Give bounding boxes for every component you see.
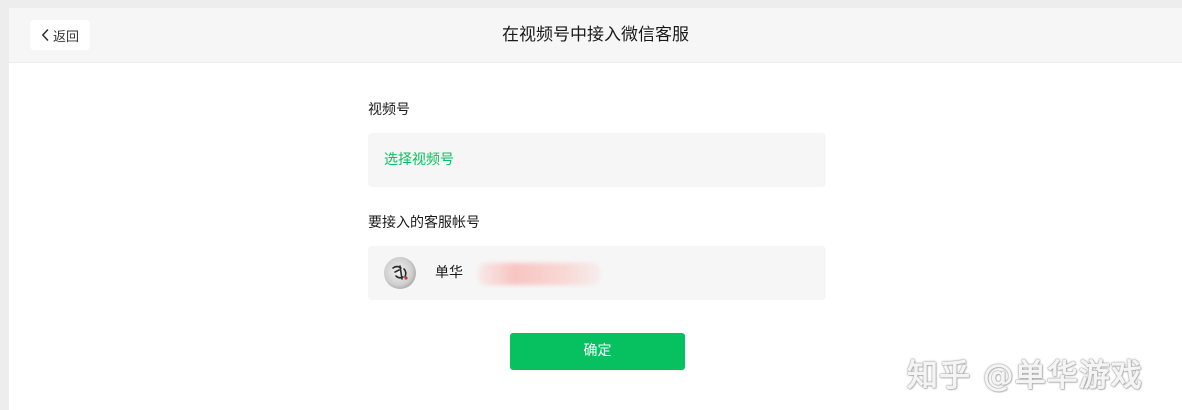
redacted-account-id — [478, 263, 600, 285]
account-avatar — [384, 257, 416, 289]
select-channel-link[interactable]: 选择视频号 — [384, 133, 454, 187]
watermark-text: 知乎 @单华游戏 — [907, 358, 1143, 394]
account-name: 单华 — [435, 265, 463, 281]
account-section-label: 要接入的客服帐号 — [368, 215, 480, 231]
channel-select-box[interactable]: 选择视频号 — [368, 133, 826, 187]
account-card: 单华 — [368, 246, 826, 300]
page-frame: 返回 在视频号中接入微信客服 视频号 选择视频号 要接入的客服帐号 单华 确定 … — [9, 8, 1182, 410]
page-title: 在视频号中接入微信客服 — [502, 25, 689, 45]
top-bar: 返回 在视频号中接入微信客服 — [9, 8, 1182, 63]
channel-section-label: 视频号 — [368, 102, 410, 118]
confirm-button[interactable]: 确定 — [510, 333, 685, 370]
